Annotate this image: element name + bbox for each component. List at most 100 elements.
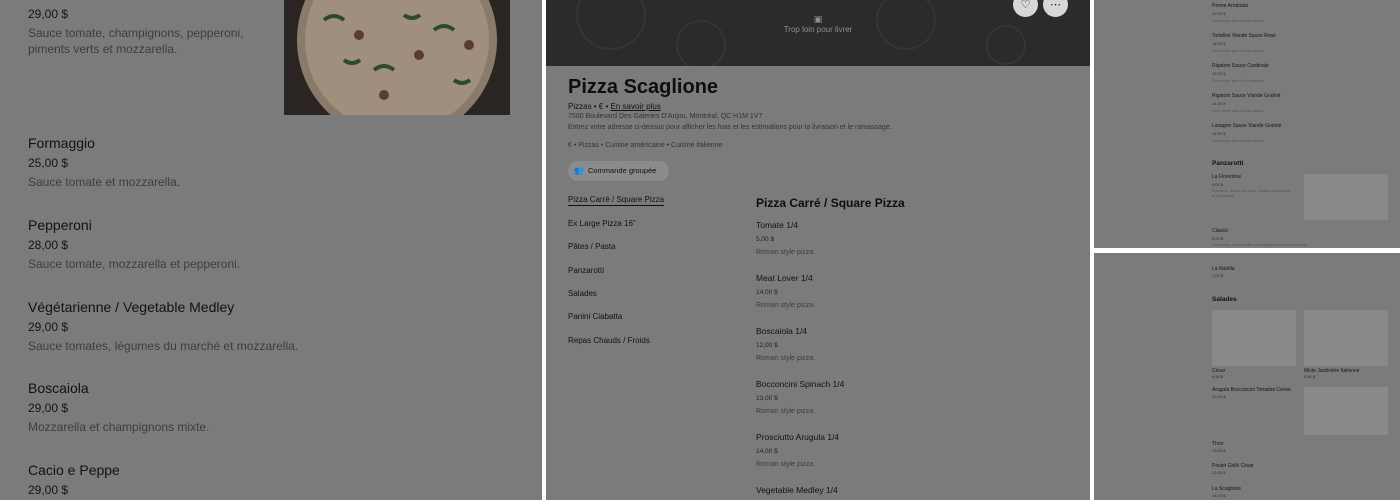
item-price: 14,50 $ <box>1212 131 1226 136</box>
menu-nav-pasta[interactable]: Pâtes / Pasta <box>568 242 616 251</box>
item-description: Roman style pizza. <box>756 461 816 468</box>
item-description: Sauce tomate et mozzarella. <box>28 175 181 189</box>
restaurant-address: 7500 Boulevard Des Galeries D'Anjou, Mon… <box>568 113 763 120</box>
delivery-unavailable-icon: ▣ <box>813 14 823 24</box>
item-price: 6,50 $ <box>1212 374 1224 379</box>
item-name[interactable]: Lasagne Sauce Viande Gratiné <box>1212 123 1281 129</box>
item-price: 5,00 $ <box>756 236 775 243</box>
item-description: Épinards, sauce tomates, ricotta, mozzar… <box>1212 188 1291 198</box>
item-price: 13,00 $ <box>1212 448 1226 453</box>
restaurant-meta: Pizzas • € • En savoir plus <box>568 102 661 111</box>
group-order-button[interactable]: 👥 Commande groupée <box>568 161 669 181</box>
item-price: 14,00 $ <box>756 289 778 296</box>
item-name[interactable]: Penne Arrabiata <box>1212 3 1248 9</box>
item-name[interactable]: Arugula Bocconcini Tomates Cerise <box>1212 387 1291 393</box>
item-description: Sauce tomates, légumes du marché et mozz… <box>28 339 299 353</box>
item-description: Pepperoni, mozzarella, champignons et sa… <box>1212 242 1309 247</box>
item-description: Roman style pizza. <box>756 408 816 415</box>
menu-item[interactable]: Boscaiola 29,00 $ Mozzarella et champign… <box>28 380 508 435</box>
restaurant-category: Pizzas • € • <box>568 102 609 111</box>
item-name: Boscaiola 1/4 <box>756 326 808 336</box>
item-description: Roman style pizza. <box>756 302 816 309</box>
menu-nav-panzarotti[interactable]: Panzarotti <box>568 266 604 275</box>
menu-item[interactable]: Vegetable Medley 1/4 <box>756 485 1076 496</box>
item-name: Boscaiola <box>28 380 89 396</box>
salads-panel: La Nutella 7,00 $ Salades César 6,50 $ M… <box>1094 253 1400 500</box>
group-order-label: Commande groupée <box>587 166 657 175</box>
item-photo[interactable] <box>1304 387 1388 435</box>
learn-more-link[interactable]: En savoir plus <box>611 102 661 111</box>
item-price: 14,00 $ <box>1212 41 1226 46</box>
item-description: Mozzarella et champignons mixte. <box>28 420 210 434</box>
item-name: Vegetable Medley 1/4 <box>756 485 838 495</box>
item-photo[interactable] <box>1212 310 1296 366</box>
item-name[interactable]: Poulet Grillé César <box>1212 463 1254 469</box>
item-description: Servi avec pain à l'ail maison <box>1212 108 1264 113</box>
item-name: Formaggio <box>28 135 95 151</box>
menu-item[interactable]: Meat Lover 1/4 14,00 $ Roman style pizza… <box>756 273 1076 310</box>
item-name[interactable]: Tortellini Viande Sauce Rosé <box>1212 33 1276 39</box>
item-name[interactable]: La Scaglione <box>1212 486 1241 492</box>
menu-nav-salads[interactable]: Salades <box>568 289 597 298</box>
item-price: 9,00 $ <box>1212 182 1224 187</box>
pasta-panzarotti-panel: Penne Arrabiata 12,00 $ Servi avec pain … <box>1094 0 1400 248</box>
item-price: 12,00 $ <box>1212 470 1226 475</box>
item-price: 29,00 $ <box>28 320 69 334</box>
item-price: 13,00 $ <box>756 395 778 402</box>
menu-nav-square-pizza[interactable]: Pizza Carré / Square Pizza <box>568 195 665 206</box>
delivery-note: Entrez votre adresse ci-dessus pour affi… <box>568 124 892 131</box>
item-name[interactable]: Classic <box>1212 228 1228 234</box>
item-price: 14,00 $ <box>1212 493 1226 498</box>
item-description: Roman style pizza. <box>756 355 816 362</box>
item-description: Servi avec pain à l'ail maison <box>1212 48 1264 53</box>
item-name: Cacio e Peppe <box>28 462 120 478</box>
item-price: 12,00 $ <box>1212 394 1226 399</box>
menu-item[interactable]: Pepperoni 28,00 $ Sauce tomate, mozzarel… <box>28 217 508 272</box>
menu-item[interactable]: 29,00 $ Sauce tomate, champignons, peppe… <box>28 6 278 57</box>
item-name: Meat Lover 1/4 <box>756 273 813 283</box>
item-description: Sauce tomate, champignons, pepperoni, pi… <box>28 26 244 56</box>
more-horizontal-icon: ⋯ <box>1050 0 1061 11</box>
item-description: Servi avec pain à l'ail maison <box>1212 78 1264 83</box>
item-price: 29,00 $ <box>28 7 69 21</box>
heart-icon: ♡ <box>1020 0 1031 11</box>
item-name: Pepperoni <box>28 217 92 233</box>
menu-nav-meals[interactable]: Repas Chauds / Froids <box>568 336 650 345</box>
section-title: Panzarotti <box>1212 160 1244 167</box>
menu-item[interactable]: Boscaiola 1/4 12,00 $ Roman style pizza. <box>756 326 1076 363</box>
item-price: 7,00 $ <box>1212 273 1224 278</box>
item-name: Végétarienne / Vegetable Medley <box>28 299 235 315</box>
item-description: Sauce tomate, mozzarella et pepperoni. <box>28 257 241 271</box>
item-price: 14,00 $ <box>756 448 778 455</box>
item-price: 8,50 $ <box>1304 374 1316 379</box>
item-name[interactable]: La Florentine <box>1212 174 1241 180</box>
group-users-icon: 👥 <box>574 166 584 175</box>
item-price: 9,00 $ <box>1212 236 1224 241</box>
section-title: Pizza Carré / Square Pizza <box>756 196 905 210</box>
item-name: Bocconcini Spinach 1/4 <box>756 379 845 389</box>
menu-item[interactable]: Végétarienne / Vegetable Medley 29,00 $ … <box>28 299 508 354</box>
menu-nav-panini[interactable]: Panini Ciabatta <box>568 312 622 321</box>
menu-item[interactable]: Tomate 1/4 5,00 $ Roman style pizza. <box>756 220 1076 257</box>
pizza-photo[interactable] <box>284 0 510 115</box>
menu-nav-xl-pizza[interactable]: Ex Large Pizza 16" <box>568 219 636 228</box>
section-title: Salades <box>1212 296 1237 303</box>
menu-item[interactable]: Formaggio 25,00 $ Sauce tomate et mozzar… <box>28 135 508 190</box>
item-name[interactable]: Rigatoni Sauce Viande Gratiné <box>1212 93 1281 99</box>
menu-item[interactable]: Prosciutto Arugula 1/4 14,00 $ Roman sty… <box>756 432 1076 469</box>
item-description: Servi avec pain à l'ail maison <box>1212 18 1264 23</box>
menu-item[interactable]: Cacio e Peppe 29,00 $ <box>28 462 508 498</box>
item-photo[interactable] <box>1304 310 1388 366</box>
menu-detail-panel: 29,00 $ Sauce tomate, champignons, peppe… <box>0 0 542 500</box>
item-price: 28,00 $ <box>28 238 69 252</box>
item-name: Tomate 1/4 <box>756 220 799 230</box>
item-name[interactable]: Rigatoni Sauce Cardinale <box>1212 63 1269 69</box>
item-price: 12,00 $ <box>756 342 778 349</box>
cuisine-tags: € • Pizzas • Cuisine américaine • Cuisin… <box>568 142 723 149</box>
menu-item[interactable]: Bocconcini Spinach 1/4 13,00 $ Roman sty… <box>756 379 1076 416</box>
item-price: 12,00 $ <box>1212 11 1226 16</box>
item-photo[interactable] <box>1304 174 1388 220</box>
item-name[interactable]: Thon <box>1212 441 1223 447</box>
item-description: Servi avec pain à l'ail maison <box>1212 138 1264 143</box>
item-name[interactable]: La Nutella <box>1212 266 1235 272</box>
